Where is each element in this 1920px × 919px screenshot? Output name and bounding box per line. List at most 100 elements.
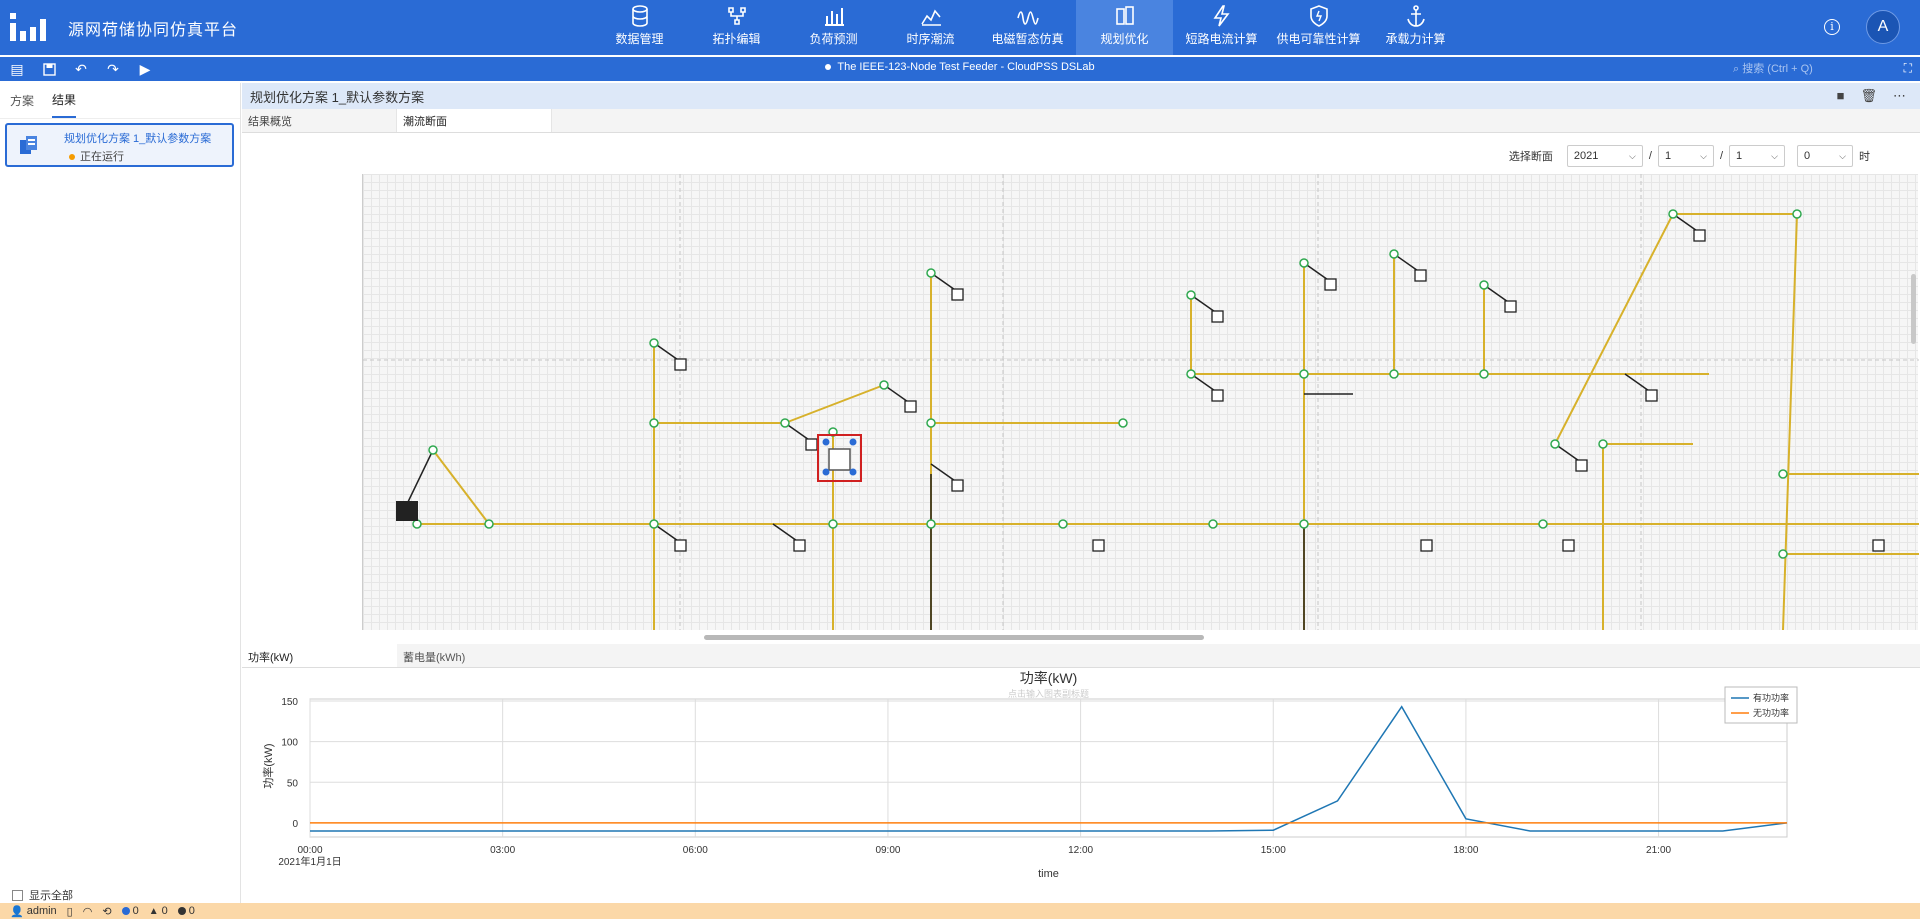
show-all-checkbox[interactable]: 显示全部 <box>12 887 73 903</box>
database-icon <box>631 5 648 27</box>
series-line-1 <box>310 705 1788 832</box>
nav-label: 短路电流计算 <box>1185 32 1258 46</box>
legend-label: 无功功率 <box>1753 707 1789 718</box>
nav-shield[interactable]: 供电可靠性计算 <box>1270 0 1367 55</box>
date-separator: / <box>1648 150 1652 162</box>
document-title-text: The IEEE-123-Node Test Feeder - CloudPSS… <box>837 61 1095 73</box>
lightning-icon <box>1213 5 1230 27</box>
document-title: The IEEE-123-Node Test Feeder - CloudPSS… <box>0 61 1920 73</box>
result-tabs: 结果概览 潮流断面 <box>242 109 1920 133</box>
topology-diagram <box>363 174 1919 631</box>
stop-icon[interactable]: ■ <box>1837 88 1845 104</box>
avatar[interactable]: A <box>1866 10 1900 44</box>
y-axis-label: 功率(kW) <box>261 743 275 788</box>
top-navigation-bar: 源网荷储协同仿真平台 数据管理 拓扑编辑 负荷预测 时序潮流 电磁暂态仿真 规划优化 短路电… <box>0 0 1920 55</box>
logo-icon <box>10 13 50 43</box>
canvas-horizontal-scrollbar[interactable] <box>242 632 1920 642</box>
x-axis-label: time <box>1038 868 1059 880</box>
topology-canvas[interactable] <box>362 174 1919 631</box>
x-tick-label: 15:00 <box>1261 845 1286 856</box>
nav-label: 规划优化 <box>1100 32 1149 46</box>
y-tick-label: 0 <box>292 819 298 830</box>
left-panel: 方案 结果 规划优化方案 1_默认参数方案 正在运行 显示全部 <box>0 83 241 903</box>
power-chart: 功率(kW) 点击输入图表副标题 0 50 100 150 00:00 03:00 06:00 0… <box>242 669 1920 903</box>
nav-waveform[interactable]: 电磁暂态仿真 <box>979 0 1076 55</box>
date-separator: / <box>1719 150 1723 162</box>
tab-energy[interactable]: 蓄电量(kWh) <box>397 644 552 667</box>
fullscreen-icon[interactable]: ⛶ <box>1904 61 1912 76</box>
nav-label: 承载力计算 <box>1385 32 1446 46</box>
nav-lightning[interactable]: 短路电流计算 <box>1173 0 1270 55</box>
chart-tabs: 功率(kW) 蓄电量(kWh) <box>242 644 1920 668</box>
warn-count[interactable]: ▲ 0 <box>149 905 168 917</box>
year-select[interactable]: 2021 ⌵ <box>1566 145 1643 167</box>
user-status[interactable]: 👤 admin <box>10 905 57 918</box>
nav-anchor[interactable]: 承载力计算 <box>1367 0 1464 55</box>
show-all-label: 显示全部 <box>29 890 73 902</box>
nav-topology[interactable]: 拓扑编辑 <box>688 0 785 55</box>
selected-storage-element[interactable] <box>817 434 862 482</box>
nav-bar-chart[interactable]: 负荷预测 <box>785 0 882 55</box>
tab-overview[interactable]: 结果概览 <box>242 109 397 132</box>
bar-chart-icon <box>824 8 844 26</box>
nav-label: 负荷预测 <box>809 32 858 46</box>
delete-icon[interactable]: 🗑 <box>1860 88 1877 104</box>
main-area: 规划优化方案 1_默认参数方案 ■ 🗑 ⋯ 结果概览 潮流断面 选择断面 202… <box>242 83 1920 903</box>
selector-label: 选择断面 <box>1508 151 1553 163</box>
left-tabs: 方案 结果 <box>0 83 240 119</box>
chevron-down-icon: ⌵ <box>1629 150 1636 161</box>
legend-label: 有功功率 <box>1753 692 1789 703</box>
waveform-icon <box>1016 11 1039 25</box>
plan-status: 正在运行 <box>69 148 124 164</box>
y-tick-label: 150 <box>281 697 298 708</box>
power-chart-svg: 功率(kW) 点击输入图表副标题 0 50 100 150 00:00 03:00 06:00 0… <box>261 670 1798 880</box>
topology-icon <box>727 7 746 25</box>
chevron-down-icon: ⌵ <box>1700 150 1707 161</box>
history-icon[interactable]: ⟲ <box>102 905 111 918</box>
storage-icon[interactable]: ▯ <box>67 905 73 918</box>
info-count[interactable]: 0 <box>121 905 139 917</box>
nav-label: 供电可靠性计算 <box>1276 32 1361 46</box>
plan-result-card[interactable]: 规划优化方案 1_默认参数方案 正在运行 <box>5 123 234 167</box>
tab-results[interactable]: 结果 <box>52 83 77 118</box>
more-icon[interactable]: ⋯ <box>1893 88 1906 104</box>
chevron-down-icon: ⌵ <box>1771 150 1778 161</box>
section-selector: 选择断面 2021 ⌵ / 1 ⌵ / 1 ⌵ 0 ⌵ 时 <box>1509 145 1870 167</box>
chevron-down-icon: ⌵ <box>1839 150 1846 161</box>
error-count[interactable]: 0 <box>177 905 195 917</box>
chart-title: 功率(kW) <box>1020 670 1078 686</box>
x-tick-label: 12:00 <box>1068 845 1093 856</box>
plot-area <box>309 698 1788 838</box>
app-logo[interactable]: 源网荷储协同仿真平台 <box>10 13 238 43</box>
running-dot-icon <box>69 154 75 161</box>
day-select[interactable]: 1 ⌵ <box>1729 145 1785 167</box>
source-block[interactable] <box>396 501 418 521</box>
search-placeholder: 搜索 (Ctrl + Q) <box>1742 63 1813 75</box>
info-icon[interactable]: i <box>1824 19 1840 35</box>
chart-subtitle: 点击输入图表副标题 <box>1008 688 1089 699</box>
tab-flow-section[interactable]: 潮流断面 <box>397 109 552 132</box>
nav-label: 时序潮流 <box>906 32 955 46</box>
month-select[interactable]: 1 ⌵ <box>1657 145 1714 167</box>
x-tick-label: 00:00 <box>297 845 322 856</box>
nav-database[interactable]: 数据管理 <box>591 0 688 55</box>
search-input[interactable]: ⌕ 搜索 (Ctrl + Q) <box>1733 60 1883 76</box>
plan-icon <box>20 136 37 154</box>
tab-power[interactable]: 功率(kW) <box>242 644 397 667</box>
hour-select[interactable]: 0 ⌵ <box>1797 145 1853 167</box>
plan-name: 规划优化方案 1_默认参数方案 <box>64 133 212 145</box>
tab-plans[interactable]: 方案 <box>10 84 34 117</box>
x-date-label: 2021年1月1日 <box>278 855 341 868</box>
search-icon: ⌕ <box>1733 63 1740 75</box>
hour-unit: 时 <box>1859 151 1870 163</box>
nav-label: 数据管理 <box>615 32 664 46</box>
canvas-vertical-scrollbar[interactable] <box>1911 274 1916 344</box>
nav-plan[interactable]: 规划优化 <box>1076 0 1173 55</box>
status-bar: 👤 admin ▯ ◠ ⟲ 0 ▲ 0 0 <box>0 903 1920 919</box>
timeseries-icon <box>920 9 941 26</box>
nav-timeseries[interactable]: 时序潮流 <box>882 0 979 55</box>
anchor-icon <box>1406 5 1425 27</box>
x-tick-label: 03:00 <box>490 845 515 856</box>
user-name: admin <box>26 905 57 917</box>
x-tick-label: 06:00 <box>683 845 708 856</box>
